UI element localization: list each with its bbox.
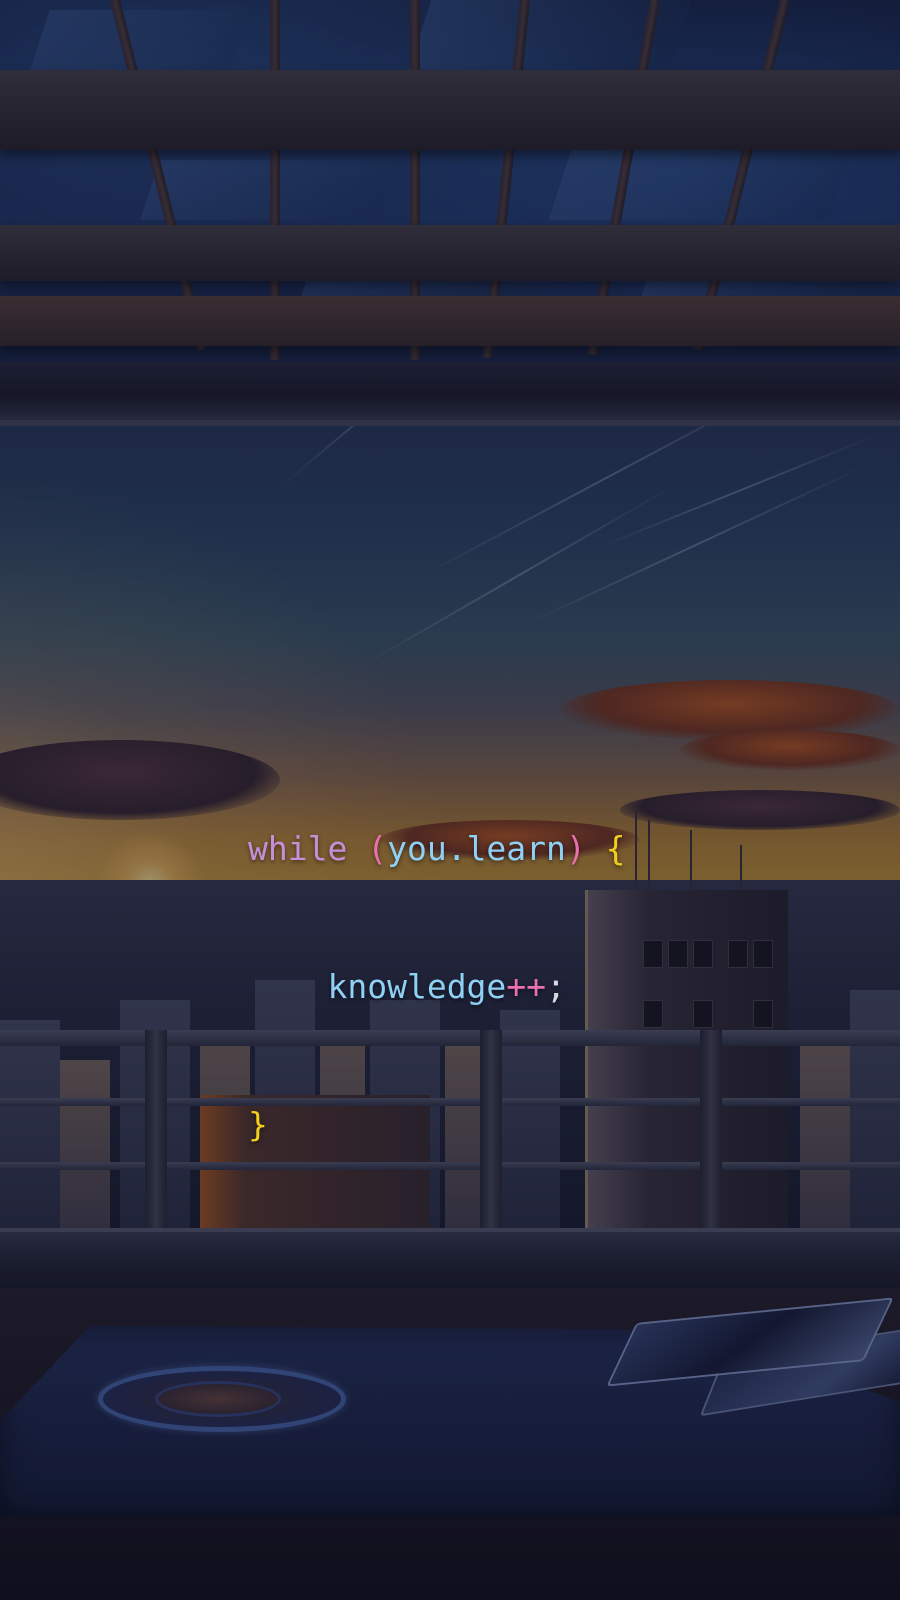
wallpaper-scene: while (you.learn) { knowledge++; }	[0, 0, 900, 1600]
cloud	[680, 730, 900, 770]
code-close-paren: )	[565, 829, 586, 868]
railing-post	[700, 1030, 722, 1230]
code-open-paren: (	[367, 829, 388, 868]
coaster-icon	[98, 1366, 346, 1432]
code-snippet: while (you.learn) { knowledge++; }	[248, 734, 626, 1240]
code-operator: ++	[506, 967, 547, 1006]
ceiling-beam	[0, 296, 900, 346]
cloud	[620, 790, 900, 830]
code-line-1: while (you.learn) {	[248, 826, 626, 872]
code-line-2: knowledge++;	[248, 964, 626, 1010]
code-expression: you.learn	[387, 829, 566, 868]
code-semicolon: ;	[546, 967, 566, 1006]
ceiling-beam	[0, 70, 900, 150]
code-close-brace: }	[248, 1105, 268, 1144]
ceiling-beam	[0, 225, 900, 281]
code-open-brace: {	[605, 829, 626, 868]
cloud	[560, 680, 900, 740]
code-line-3: }	[248, 1102, 626, 1148]
code-identifier: knowledge	[327, 967, 507, 1006]
code-keyword: while	[248, 829, 348, 868]
window-header-beam	[0, 362, 900, 426]
railing-post	[145, 1030, 167, 1230]
